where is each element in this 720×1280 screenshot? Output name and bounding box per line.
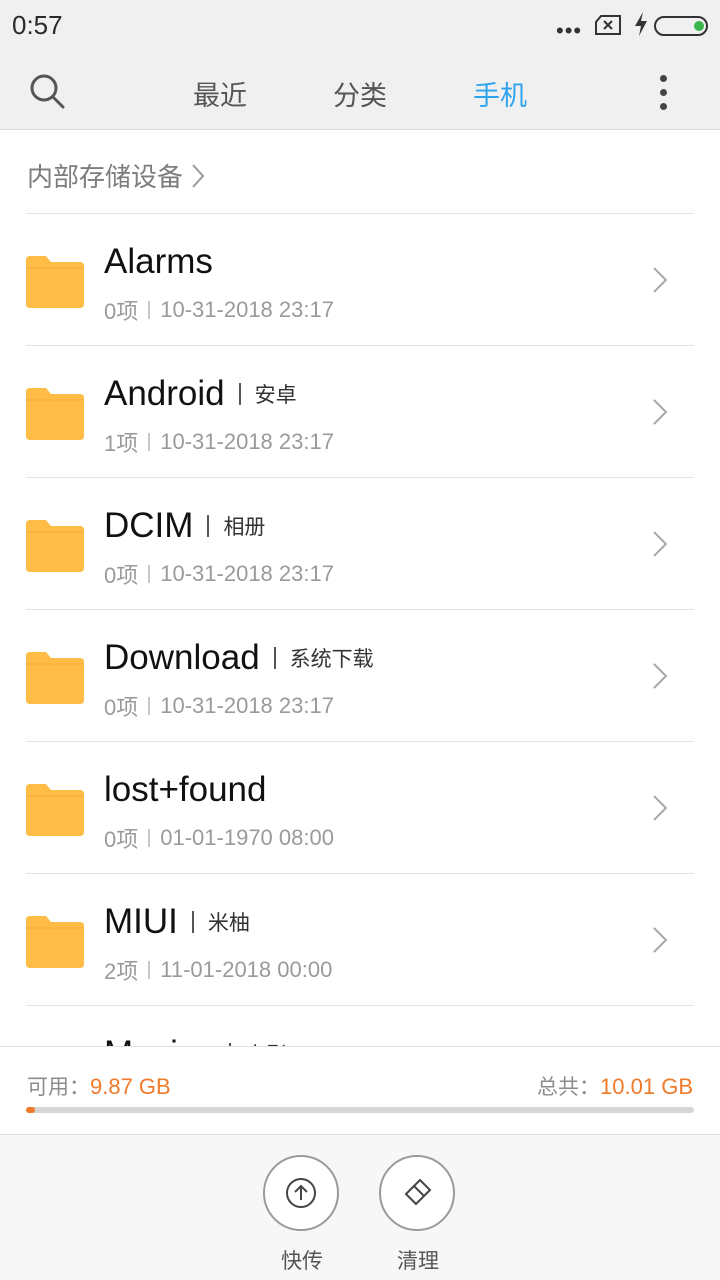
modified-date: 10-31-2018 23:17	[160, 297, 334, 322]
more-options-icon[interactable]	[652, 72, 674, 110]
breadcrumb[interactable]: 内部存储设备	[27, 157, 205, 194]
chevron-right-icon	[653, 531, 668, 557]
status-bar: 0:57 •••	[0, 0, 720, 52]
storage-info: 可用：9.87 GB 总共：10.01 GB	[0, 1046, 720, 1134]
folder-alias: 系统下载	[289, 648, 374, 671]
chevron-right-icon	[653, 267, 668, 293]
storage-usage-fill	[26, 1107, 36, 1113]
item-count: 0项	[104, 563, 139, 588]
folder-name: Alarms	[104, 242, 213, 281]
folder-alias: 相册	[223, 516, 266, 539]
share-label: 快传	[281, 1250, 323, 1273]
separator	[148, 697, 151, 715]
folder-alias: 米柚	[207, 912, 250, 935]
tab-phone[interactable]: 手机	[473, 74, 527, 113]
folder-row[interactable]: Movies 电影	[0, 1006, 720, 1046]
separator	[148, 565, 151, 583]
item-count: 1项	[104, 431, 139, 456]
upload-icon	[263, 1155, 339, 1231]
total-value: 10.01 GB	[600, 1074, 693, 1099]
separator	[238, 383, 241, 405]
separator	[207, 515, 210, 537]
folder-row[interactable]: Alarms 0项 10-31-2018 23:17	[0, 214, 720, 346]
separator	[148, 301, 151, 319]
folder-meta: 1项 10-31-2018 23:17	[104, 426, 334, 458]
clean-label: 清理	[397, 1250, 439, 1273]
separator	[148, 829, 151, 847]
battery-level	[694, 21, 704, 31]
modified-date: 11-01-2018 00:00	[160, 957, 333, 982]
folder-icon	[26, 388, 84, 440]
folder-row[interactable]: MIUI 米柚 2项 11-01-2018 00:00	[0, 874, 720, 1006]
search-icon[interactable]	[28, 72, 66, 110]
share-button[interactable]: 快传	[263, 1155, 341, 1275]
folder-name: MIUI	[104, 902, 178, 941]
folder-name: DCIM	[104, 506, 194, 545]
available-value: 9.87 GB	[90, 1074, 171, 1099]
tab-recent[interactable]: 最近	[193, 74, 247, 113]
sim-x-icon	[595, 15, 621, 35]
total-storage: 总共：10.01 GB	[537, 1071, 693, 1101]
folder-row[interactable]: Download 系统下载 0项 10-31-2018 23:17	[0, 610, 720, 742]
chevron-right-icon	[653, 795, 668, 821]
folder-row[interactable]: Android 安卓 1项 10-31-2018 23:17	[0, 346, 720, 478]
folder-icon	[26, 520, 84, 572]
signal-dots-icon: •••	[556, 18, 583, 43]
tab-category[interactable]: 分类	[333, 74, 387, 113]
modified-date: 10-31-2018 23:17	[160, 693, 334, 718]
chevron-right-icon	[653, 399, 668, 425]
folder-alias: 电影	[245, 1039, 287, 1046]
folder-alias: 安卓	[254, 384, 297, 407]
total-label: 总共：	[537, 1076, 601, 1099]
separator	[273, 647, 276, 669]
folder-name: Download	[104, 638, 260, 677]
status-time: 0:57	[12, 10, 63, 40]
folder-meta: 2项 11-01-2018 00:00	[104, 954, 332, 986]
chevron-right-icon	[653, 663, 668, 689]
battery-icon	[654, 16, 708, 36]
modified-date: 10-31-2018 23:17	[160, 561, 334, 586]
clean-button[interactable]: 清理	[379, 1155, 457, 1275]
item-count: 2项	[104, 959, 139, 984]
top-nav: 最近 分类 手机	[0, 52, 720, 130]
folder-icon	[26, 916, 84, 968]
folder-icon	[26, 652, 84, 704]
separator	[148, 961, 151, 979]
folder-icon	[26, 784, 84, 836]
folder-row[interactable]: DCIM 相册 0项 10-31-2018 23:17	[0, 478, 720, 610]
broom-icon	[379, 1155, 455, 1231]
folder-meta: 0项 10-31-2018 23:17	[104, 558, 334, 590]
chevron-right-icon	[653, 927, 668, 953]
folder-name: Android	[104, 374, 225, 413]
available-label: 可用：	[27, 1076, 90, 1099]
folder-meta: 0项 10-31-2018 23:17	[104, 690, 334, 722]
modified-date: 01-01-1970 08:00	[160, 825, 334, 850]
separator	[148, 433, 151, 451]
file-list: Alarms 0项 10-31-2018 23:17 Android 安卓 1项 10-31…	[0, 214, 720, 1046]
folder-meta: 0项 10-31-2018 23:17	[104, 294, 334, 326]
bottom-toolbar: 快传 清理	[0, 1134, 720, 1280]
folder-name: Movies	[104, 1034, 215, 1046]
item-count: 0项	[104, 695, 139, 720]
available-storage: 可用：9.87 GB	[27, 1071, 171, 1101]
breadcrumb-label: 内部存储设备	[27, 162, 184, 192]
item-count: 0项	[104, 827, 139, 852]
folder-meta: 0项 01-01-1970 08:00	[104, 822, 334, 854]
separator	[191, 911, 194, 933]
modified-date: 10-31-2018 23:17	[160, 429, 334, 454]
folder-name: lost+found	[104, 770, 267, 809]
item-count: 0项	[104, 299, 139, 324]
storage-usage-bar	[26, 1107, 694, 1113]
charging-bolt-icon	[635, 12, 647, 36]
chevron-right-icon	[192, 163, 205, 188]
folder-icon	[26, 256, 84, 308]
folder-row[interactable]: lost+found 0项 01-01-1970 08:00	[0, 742, 720, 874]
